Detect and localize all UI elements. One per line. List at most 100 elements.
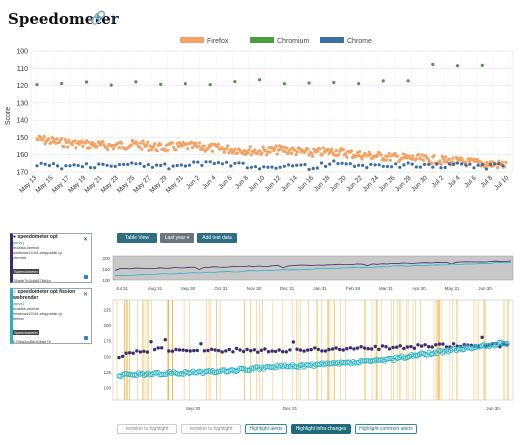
- data-point: [105, 163, 109, 167]
- add-test-data-button[interactable]: Add test data: [197, 233, 237, 243]
- x-tick-label: Nov 30: [247, 286, 262, 291]
- data-point: [278, 165, 282, 169]
- close-icon[interactable]: ✕: [83, 236, 88, 243]
- revision-input-1[interactable]: revision to highlight: [117, 424, 177, 434]
- x-tick-label: Jun 6: [218, 174, 234, 190]
- data-point: [365, 166, 369, 170]
- data-point: [381, 79, 385, 83]
- data-point: [437, 342, 442, 346]
- data-point: [366, 347, 370, 351]
- data-point: [384, 345, 388, 349]
- data-point: [391, 345, 395, 350]
- data-point: [327, 347, 331, 352]
- data-point: [405, 345, 409, 349]
- data-point: [417, 153, 421, 157]
- data-point: [385, 164, 389, 169]
- data-point: [377, 163, 381, 167]
- data-point: [344, 162, 348, 166]
- data-point: [84, 162, 89, 166]
- legend-swatch: [180, 37, 204, 43]
- data-point: [439, 166, 443, 170]
- data-point: [43, 162, 47, 166]
- overview-chart[interactable]: 100 150 200 Jul 31 Aug 31 Sep 30 Oct 31 Nov 30…: [100, 250, 520, 300]
- data-point: [238, 348, 242, 352]
- data-point: [153, 142, 157, 146]
- data-point: [152, 347, 157, 352]
- data-point: [42, 134, 46, 139]
- data-point: [126, 162, 130, 166]
- data-point: [386, 154, 390, 158]
- data-point: [295, 150, 299, 154]
- highlight-common-button[interactable]: Highlight common alerts: [355, 424, 417, 434]
- data-point: [41, 138, 45, 142]
- revision-input-2[interactable]: revision to highlight: [181, 424, 241, 434]
- data-point: [381, 164, 385, 168]
- x-tick-label: Jul 4: [447, 174, 462, 189]
- data-point: [167, 167, 171, 171]
- data-point: [84, 80, 89, 84]
- data-point: [171, 164, 175, 168]
- data-point: [260, 151, 264, 155]
- visibility-checkbox[interactable]: [84, 275, 88, 279]
- data-point: [35, 164, 39, 168]
- data-point: [209, 347, 214, 351]
- visibility-checkbox[interactable]: [84, 336, 88, 340]
- data-point: [268, 150, 272, 154]
- status-badge: Speedometer: [13, 330, 40, 335]
- data-point: [208, 160, 212, 164]
- data-point: [101, 140, 105, 144]
- data-point: [352, 164, 357, 168]
- data-point: [455, 64, 460, 68]
- data-point: [368, 153, 372, 157]
- data-point: [419, 344, 424, 348]
- data-point: [411, 154, 415, 158]
- data-point: [497, 162, 501, 166]
- link-icon[interactable]: 🔗: [90, 10, 106, 25]
- data-point: [120, 354, 125, 358]
- close-icon[interactable]: ✕: [83, 291, 88, 298]
- data-point: [345, 347, 349, 351]
- range-dropdown[interactable]: Last year ▾: [160, 233, 194, 243]
- data-point: [358, 150, 362, 154]
- highlight-alerts-button[interactable]: Highlight alerts: [245, 424, 287, 434]
- data-point: [307, 81, 311, 85]
- x-tick-label: Sep 30: [186, 406, 201, 411]
- data-point: [113, 164, 117, 168]
- data-point: [184, 348, 189, 353]
- highlight-infra-button[interactable]: Highlight infra changes: [291, 424, 351, 434]
- table-view-button[interactable]: Table View: [117, 233, 157, 243]
- data-point: [245, 347, 249, 352]
- series-name: speedometer opt fission webrender: [13, 289, 76, 301]
- data-point: [291, 340, 296, 344]
- data-point: [134, 162, 138, 166]
- data-point: [56, 164, 60, 168]
- x-tick-label: Dec 31: [280, 286, 295, 291]
- data-point: [455, 161, 460, 165]
- x-tick-label: Jun 12: [264, 174, 283, 193]
- data-point: [101, 162, 105, 166]
- data-point: [188, 349, 192, 353]
- data-point: [62, 145, 66, 149]
- data-point: [234, 346, 239, 351]
- data-point: [112, 147, 116, 151]
- x-tick-label: Jul 31: [116, 286, 129, 291]
- series-panel-1[interactable]: ● speedometer opt [devs] mozilla-central…: [10, 233, 92, 283]
- x-tick-label: Jun 26: [378, 174, 397, 193]
- data-point: [159, 163, 163, 168]
- data-point: [241, 161, 245, 165]
- data-point: [488, 162, 493, 167]
- data-point: [289, 151, 293, 155]
- data-point: [311, 166, 315, 171]
- data-point: [388, 158, 392, 162]
- series-panel-2[interactable]: ○ speedometer opt fission webrender [dev…: [10, 288, 92, 344]
- data-point: [246, 151, 250, 155]
- data-point: [270, 165, 274, 169]
- data-point: [93, 166, 97, 170]
- data-point: [480, 335, 484, 339]
- data-point: [328, 162, 332, 166]
- data-point: [266, 350, 271, 354]
- arrow-down-icon[interactable]: ↓: [110, 10, 117, 25]
- x-tick-label: Jun 30: [478, 286, 492, 291]
- x-tick-label: Oct 31: [214, 286, 228, 291]
- data-point: [418, 165, 422, 169]
